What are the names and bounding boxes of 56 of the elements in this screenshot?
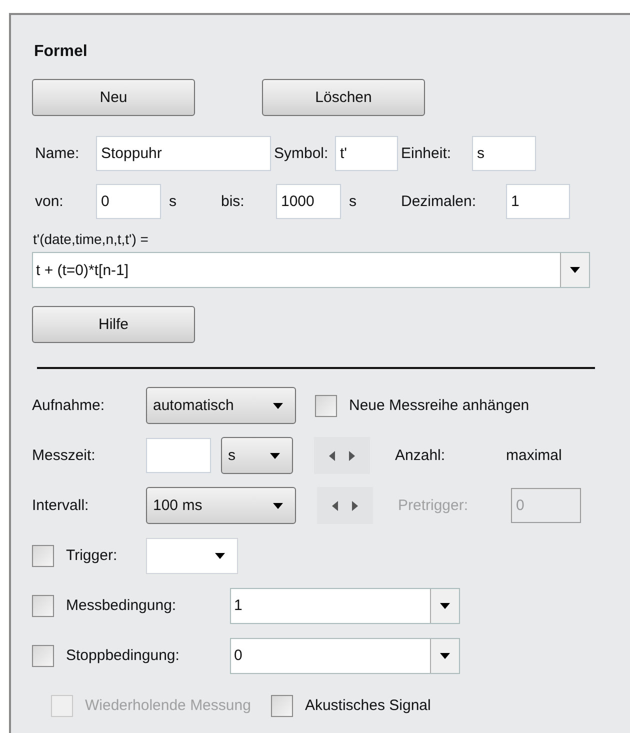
field-label: von: [34, 193, 64, 210]
condition-combo[interactable]: 0 [230, 638, 460, 674]
dropdown-arrow-icon [215, 552, 225, 558]
field-label: Intervall: [32, 497, 90, 514]
help-button[interactable]: Hilfe [32, 306, 195, 343]
input-field[interactable] [146, 438, 211, 473]
checkbox[interactable] [32, 544, 54, 566]
dropdown-arrow-icon [270, 452, 280, 458]
field-label: Anzahl: [395, 447, 446, 464]
checkbox[interactable] [32, 594, 54, 616]
unit-label: s [348, 193, 358, 210]
input-field[interactable]: 1 [506, 184, 570, 219]
right-arrow-icon [352, 500, 358, 510]
left-arrow-icon [332, 500, 338, 510]
input-field[interactable]: Stoppuhr [96, 136, 271, 171]
checkbox-label: Akustisches Signal [304, 697, 431, 714]
field-label: Name: [34, 145, 80, 162]
dropdown-arrow-icon [273, 402, 283, 408]
dropdown[interactable]: s [221, 437, 293, 474]
left-arrow-icon [329, 450, 335, 460]
field-label: Aufnahme: [32, 397, 106, 414]
formula-label: t'(date,time,n,t,t') = [33, 231, 150, 247]
right-arrow-icon [349, 450, 355, 460]
checkbox-label: Stoppbedingung: [66, 647, 180, 664]
field-label: Pretrigger: [398, 497, 470, 514]
condition-combo[interactable]: 1 [230, 588, 460, 624]
action-button[interactable]: Neu [32, 79, 195, 116]
action-button[interactable]: Löschen [262, 79, 425, 116]
checkbox-label: Trigger: [66, 547, 118, 564]
count-value: maximal [506, 447, 562, 464]
dropdown-arrow-icon [273, 502, 283, 508]
field-label: Dezimalen: [400, 193, 478, 210]
input-field[interactable]: 0 [96, 184, 161, 219]
field-label: Einheit: [400, 145, 452, 162]
spinner-control[interactable] [317, 487, 373, 524]
field-label: Symbol: [273, 145, 330, 162]
dropdown-arrow-icon [440, 652, 450, 658]
dropdown-arrow-icon [570, 267, 580, 273]
dropdown[interactable]: 100 ms [146, 487, 296, 524]
input-field[interactable]: t' [335, 136, 398, 171]
checkbox-label: Messbedingung: [66, 597, 178, 614]
input-field[interactable]: 1000 [276, 184, 341, 219]
unit-label: s [168, 193, 178, 210]
checkbox[interactable] [270, 694, 293, 716]
dropdown[interactable]: automatisch [146, 387, 296, 424]
checkbox-label: Neue Messreihe anhängen [349, 397, 530, 414]
section-title: Formel [34, 43, 88, 61]
field-label: bis: [220, 193, 246, 210]
checkbox-label: Wiederholende Messung [85, 697, 251, 714]
formula-combo[interactable]: t + (t=0)*t[n-1] [32, 252, 590, 288]
spinner-control[interactable] [314, 437, 370, 474]
checkbox[interactable] [32, 644, 54, 666]
checkbox[interactable] [315, 394, 337, 416]
input-field[interactable]: s [472, 136, 536, 171]
dropdown-arrow-icon [440, 602, 450, 608]
field-label: Messzeit: [32, 447, 96, 464]
